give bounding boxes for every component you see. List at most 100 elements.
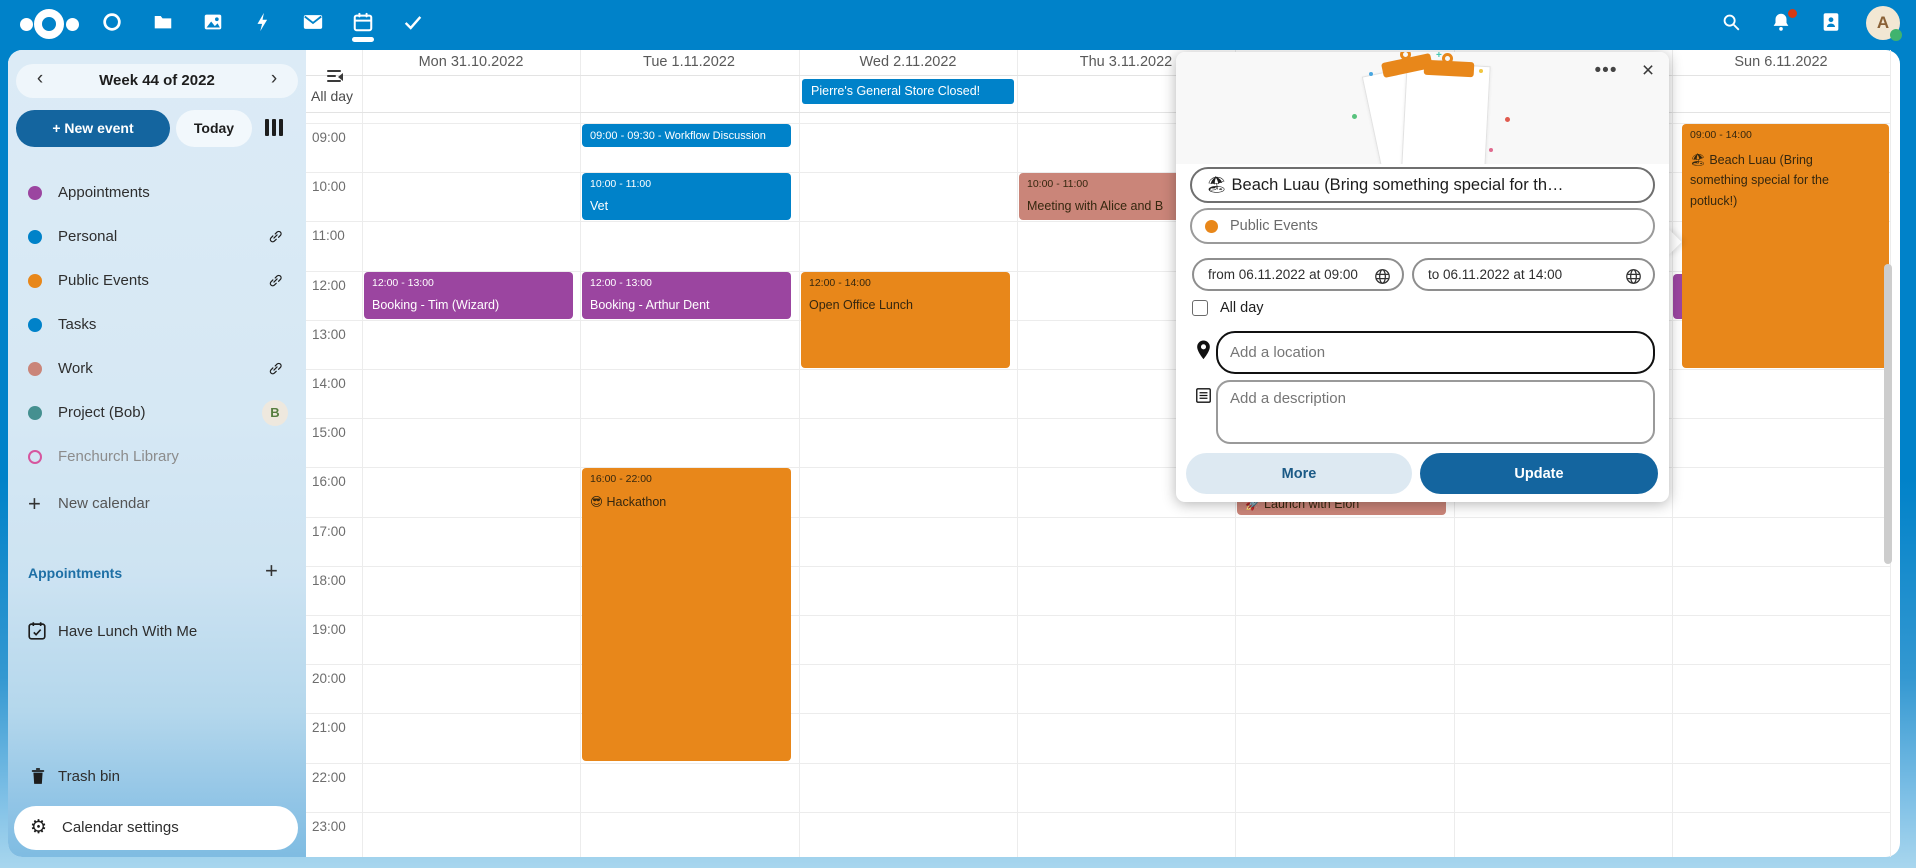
app-icon-files[interactable] <box>152 11 174 33</box>
week-navigation[interactable]: ‹ Week 44 of 2022 › <box>16 64 298 98</box>
close-icon[interactable]: × <box>1632 56 1664 86</box>
calendar-name: Personal <box>58 228 117 245</box>
calendar-name: Fenchurch Library <box>58 448 179 465</box>
start-datetime-field[interactable]: from 06.11.2022 at 09:00 <box>1192 258 1404 291</box>
grid-hline <box>306 713 1890 714</box>
event-title: 🏖 Beach Luau (Bring something special fo… <box>1690 150 1870 211</box>
event-title-input[interactable] <box>1190 167 1655 203</box>
shared-by-avatar: B <box>262 400 288 426</box>
appointment-item-have-lunch[interactable]: Have Lunch With Me <box>14 610 290 654</box>
day-header[interactable]: Mon 31.10.2022 <box>362 54 580 70</box>
grid-hline <box>306 812 1890 813</box>
sidebar-calendar-work[interactable]: Work <box>14 347 290 391</box>
event-title: Open Office Lunch <box>809 298 1004 312</box>
calendar-color-dot[interactable] <box>28 230 42 244</box>
description-icon <box>1194 386 1213 405</box>
calendar-picker-select[interactable]: Public Events <box>1190 208 1655 244</box>
chevron-right-icon[interactable]: › <box>264 68 284 90</box>
trash-bin-button[interactable]: Trash bin <box>14 755 290 799</box>
event-time: 12:00 - 14:00 <box>809 277 1004 289</box>
app-icon-tasks[interactable] <box>402 11 424 33</box>
event--workflow-discussion[interactable]: 09:00 - 09:30 - Workflow Discussion <box>582 124 791 147</box>
day-header[interactable]: Sun 6.11.2022 <box>1672 54 1890 70</box>
calendar-name: Public Events <box>58 272 149 289</box>
event--hackathon[interactable]: 16:00 - 22:00 😎 Hackathon <box>582 468 791 761</box>
app-icon-activity[interactable] <box>252 11 274 33</box>
clipboard-front <box>1401 62 1490 164</box>
more-options-kebab-icon[interactable]: ••• <box>1590 56 1622 86</box>
plus-icon: + <box>28 491 41 517</box>
event-booking-arthur-dent[interactable]: 12:00 - 13:00Booking - Arthur Dent <box>582 272 791 319</box>
time-label: 13:00 <box>312 327 356 342</box>
time-label: 15:00 <box>312 425 356 440</box>
grid-hline <box>306 664 1890 665</box>
logo-circle-right <box>66 18 79 31</box>
app-icon-mail[interactable] <box>302 11 324 33</box>
avatar-initial: A <box>1877 13 1889 32</box>
nextcloud-logo[interactable] <box>20 8 80 38</box>
description-textarea[interactable] <box>1216 380 1655 444</box>
notification-badge-dot <box>1788 9 1797 18</box>
location-input[interactable] <box>1216 331 1655 374</box>
today-button[interactable]: Today <box>176 110 252 147</box>
timezone-globe-icon[interactable] <box>1373 267 1392 286</box>
calendar-color-dot[interactable] <box>28 450 42 464</box>
share-link-icon[interactable] <box>267 272 285 290</box>
contacts-icon[interactable] <box>1820 11 1842 33</box>
new-event-button[interactable]: + New event <box>16 110 170 147</box>
calendar-color-dot[interactable] <box>28 362 42 376</box>
end-datetime-field[interactable]: to 06.11.2022 at 14:00 <box>1412 258 1655 291</box>
vertical-scrollbar[interactable] <box>1884 264 1892 564</box>
event-vet[interactable]: 10:00 - 11:00Vet <box>582 173 791 220</box>
event-title: Booking - Tim (Wizard) <box>372 298 567 312</box>
app-icon-calendar[interactable] <box>352 11 374 33</box>
event-booking-tim-wizard-[interactable]: 12:00 - 13:00Booking - Tim (Wizard) <box>364 272 573 319</box>
location-pin-icon <box>1194 338 1213 362</box>
sidebar-calendar-appointments[interactable]: Appointments <box>14 171 290 215</box>
collapse-timeline-icon[interactable] <box>327 70 345 83</box>
allday-event[interactable]: Pierre's General Store Closed! <box>802 79 1014 104</box>
calendar-name: Appointments <box>58 184 150 201</box>
nextcloud-calendar-app: A ‹ Week 44 of 2022 › + New event Today … <box>0 0 1916 868</box>
sidebar-calendar-personal[interactable]: Personal <box>14 215 290 259</box>
calendar-color-dot[interactable] <box>28 274 42 288</box>
add-appointment-config-button[interactable]: + <box>265 558 278 584</box>
calendar-color-dot[interactable] <box>28 406 42 420</box>
share-link-icon[interactable] <box>267 360 285 378</box>
calendar-color-dot[interactable] <box>28 186 42 200</box>
checkbox-box[interactable] <box>1192 300 1208 316</box>
event-time: 12:00 - 13:00 <box>590 277 785 289</box>
app-icon-photos[interactable] <box>202 11 224 33</box>
sidebar-calendar-fenchurch-library[interactable]: Fenchurch Library <box>14 435 290 479</box>
day-header[interactable]: Wed 2.11.2022 <box>799 54 1017 70</box>
app-icon-dashboard[interactable] <box>101 11 123 33</box>
week-view-switcher-icon[interactable] <box>265 119 289 137</box>
calendar-settings-button[interactable]: ⚙ Calendar settings <box>14 806 298 850</box>
sidebar-calendar-tasks[interactable]: Tasks <box>14 303 290 347</box>
calendar-color-dot[interactable] <box>28 318 42 332</box>
end-datetime-value: to 06.11.2022 at 14:00 <box>1428 267 1562 282</box>
new-calendar-button[interactable]: + New calendar <box>14 483 290 527</box>
time-label: 22:00 <box>312 770 356 785</box>
event-time: 16:00 - 22:00 <box>590 473 785 485</box>
update-button[interactable]: Update <box>1420 453 1658 494</box>
event--beach-luau-bring-something-sp[interactable]: 09:00 - 14:00🏖 Beach Luau (Bring somethi… <box>1682 124 1889 368</box>
event-title: 😎 Hackathon <box>590 494 785 509</box>
trash-icon <box>28 765 48 787</box>
online-status-dot <box>1890 29 1902 41</box>
day-header[interactable]: Tue 1.11.2022 <box>580 54 798 70</box>
confetti-dot <box>1505 117 1510 122</box>
calendar-picker-value: Public Events <box>1230 218 1318 234</box>
time-label: 11:00 <box>312 228 356 243</box>
search-icon[interactable] <box>1720 11 1742 33</box>
event-open-office-lunch[interactable]: 12:00 - 14:00 Open Office Lunch <box>801 272 1010 368</box>
sidebar-calendar-project-bob-[interactable]: Project (Bob)B <box>14 391 290 435</box>
timezone-globe-icon[interactable] <box>1624 267 1643 286</box>
appointment-item-label: Have Lunch With Me <box>58 623 197 640</box>
week-label: Week 44 of 2022 <box>16 72 298 89</box>
sidebar-calendar-public-events[interactable]: Public Events <box>14 259 290 303</box>
calendar-name: Tasks <box>58 316 96 333</box>
more-button[interactable]: More <box>1186 453 1412 494</box>
grid-hline <box>306 615 1890 616</box>
share-link-icon[interactable] <box>267 228 285 246</box>
